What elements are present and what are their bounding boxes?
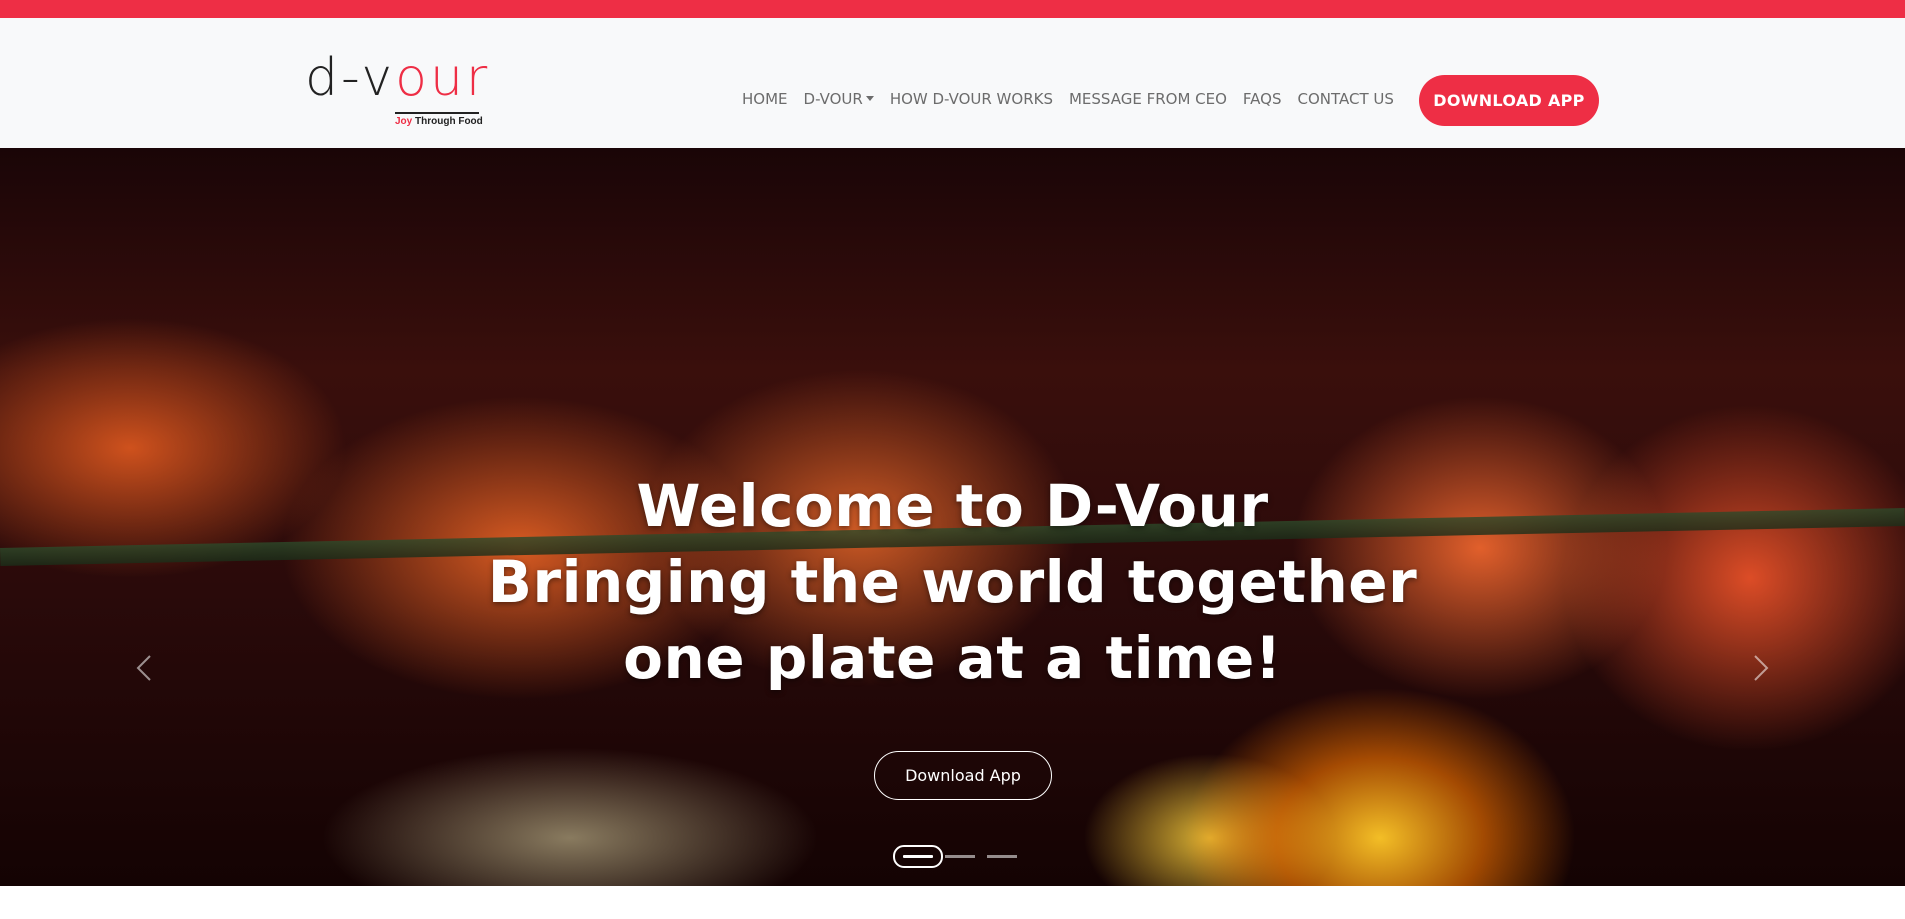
- carousel-indicators: [893, 844, 1020, 868]
- logo-tagline: Joy Through Food: [395, 116, 483, 127]
- logo[interactable]: d-vour Joy Through Food: [305, 48, 487, 127]
- carousel-indicator-2[interactable]: [942, 844, 978, 868]
- hero-download-app-button[interactable]: Download App: [874, 751, 1052, 800]
- carousel-prev-button[interactable]: [130, 648, 160, 688]
- nav-item-faqs[interactable]: FAQS: [1243, 90, 1282, 108]
- nav-item-d-vour[interactable]: D-VOUR: [804, 90, 874, 108]
- logo-part-red: our: [395, 48, 491, 108]
- hero-carousel: Welcome to D-Vour Bringing the world tog…: [0, 148, 1905, 886]
- nav-item-d-vour-label: D-VOUR: [803, 90, 863, 108]
- carousel-indicator-1[interactable]: [893, 844, 943, 868]
- nav-item-contact-us[interactable]: CONTACT US: [1298, 90, 1394, 108]
- nav-item-message-from-ceo[interactable]: MESSAGE FROM CEO: [1069, 90, 1227, 108]
- logo-tagline-red: Joy: [395, 116, 413, 127]
- chevron-left-icon: [136, 655, 151, 681]
- logo-part-dark: d-v: [305, 48, 396, 108]
- carousel-next-button[interactable]: [1745, 648, 1775, 688]
- hero-heading-line-3: one plate at a time!: [623, 624, 1282, 692]
- carousel-indicator-3[interactable]: [984, 844, 1020, 868]
- top-accent-strip: [0, 0, 1905, 18]
- nav-item-home[interactable]: HOME: [742, 90, 788, 108]
- caret-down-icon: [865, 96, 874, 101]
- navbar: d-vour Joy Through Food HOME D-VOUR HOW …: [0, 18, 1905, 148]
- download-app-button[interactable]: DOWNLOAD APP: [1419, 75, 1599, 126]
- nav-item-how-d-vour-works[interactable]: HOW D-VOUR WORKS: [890, 90, 1053, 108]
- indicator-bar: [987, 854, 1017, 858]
- logo-tagline-rest: Through Food: [412, 116, 483, 127]
- indicator-bar: [893, 844, 943, 868]
- chevron-right-icon: [1754, 655, 1769, 681]
- nav-menu: HOME D-VOUR HOW D-VOUR WORKS MESSAGE FRO…: [742, 90, 1410, 108]
- logo-wordmark: d-vour: [305, 48, 490, 108]
- hero-heading-line-2: Bringing the world together: [487, 548, 1418, 616]
- logo-underline: [395, 112, 479, 114]
- indicator-bar: [945, 854, 975, 858]
- hero-heading: Welcome to D-Vour Bringing the world tog…: [0, 468, 1905, 696]
- hero-heading-line-1: Welcome to D-Vour: [636, 472, 1269, 540]
